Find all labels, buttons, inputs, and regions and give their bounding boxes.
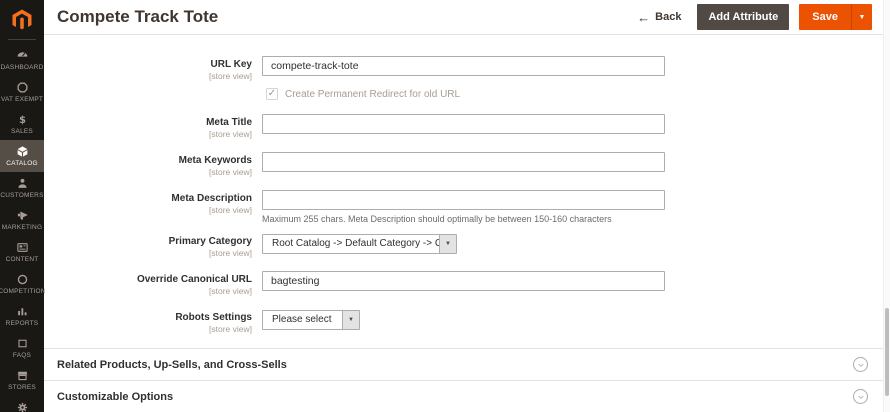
sidebar-item-content[interactable]: CONTENT xyxy=(0,236,44,268)
section-related-products[interactable]: Related Products, Up-Sells, and Cross-Se… xyxy=(44,348,890,380)
sidebar: DASHBOARD VAT EXEMPT $ SALES CATALOG CUS… xyxy=(0,0,44,412)
save-dropdown-toggle[interactable]: ▼ xyxy=(851,4,872,30)
meta-title-scope: [store view] xyxy=(44,129,252,140)
primary-category-row: Primary Category [store view] Root Catal… xyxy=(44,233,890,259)
override-canonical-url-scope: [store view] xyxy=(44,286,252,297)
magento-logo[interactable] xyxy=(0,0,44,40)
sidebar-item-label: FAQS xyxy=(13,352,31,359)
sidebar-item-dashboard[interactable]: DASHBOARD xyxy=(0,44,44,76)
meta-keywords-scope: [store view] xyxy=(44,167,252,178)
back-arrow-icon: ← xyxy=(637,11,650,24)
save-split-button: Save ▼ xyxy=(799,4,872,30)
primary-category-scope: [store view] xyxy=(44,248,252,259)
meta-description-note: Maximum 255 chars. Meta Description shou… xyxy=(262,214,890,224)
sidebar-item-competition[interactable]: COMPETITION xyxy=(0,268,44,300)
page-header: Compete Track Tote ← Back Add Attribute … xyxy=(44,0,890,35)
sidebar-item-label: CATALOG xyxy=(6,160,38,167)
url-key-input[interactable] xyxy=(262,56,665,76)
meta-keywords-input[interactable] xyxy=(262,152,665,172)
magento-logo-icon xyxy=(10,8,34,32)
meta-description-scope: [store view] xyxy=(44,205,252,216)
robots-settings-select[interactable]: Please select ▼ xyxy=(262,310,360,330)
add-attribute-button[interactable]: Add Attribute xyxy=(697,4,789,30)
sidebar-item-label: COMPETITION xyxy=(0,288,46,295)
reports-icon xyxy=(16,305,29,318)
faqs-icon xyxy=(16,337,29,350)
primary-category-value: Root Catalog -> Default Category -> Gear… xyxy=(263,235,439,253)
select-arrow-icon: ▼ xyxy=(342,311,359,329)
sidebar-item-vat-exempt[interactable]: VAT EXEMPT xyxy=(0,76,44,108)
save-button[interactable]: Save xyxy=(799,4,851,30)
customers-icon xyxy=(16,177,29,190)
vertical-scrollbar[interactable] xyxy=(883,0,890,412)
permanent-redirect-row: ✓ Create Permanent Redirect for old URL xyxy=(266,88,890,100)
competition-icon xyxy=(16,273,29,286)
section-title: Related Products, Up-Sells, and Cross-Se… xyxy=(57,359,853,371)
product-seo-form: URL Key [store view] ✓ Create Permanent … xyxy=(44,35,890,412)
robots-settings-scope: [store view] xyxy=(44,324,252,335)
sidebar-item-label: STORES xyxy=(8,384,36,391)
sidebar-item-label: VAT EXEMPT xyxy=(1,96,43,103)
sidebar-item-system[interactable]: SYSTEM xyxy=(0,396,44,412)
section-title: Customizable Options xyxy=(57,391,853,403)
collapsible-sections: Related Products, Up-Sells, and Cross-Se… xyxy=(44,348,890,412)
back-button[interactable]: ← Back xyxy=(637,11,681,24)
chevron-down-icon: ▼ xyxy=(859,14,866,21)
primary-category-label: Primary Category xyxy=(44,236,252,248)
sidebar-item-label: REPORTS xyxy=(6,320,39,327)
override-canonical-url-row: Override Canonical URL [store view] xyxy=(44,271,890,297)
meta-title-label: Meta Title xyxy=(44,117,252,129)
url-key-label: URL Key xyxy=(44,59,252,71)
sidebar-item-label: SALES xyxy=(11,128,33,135)
checkmark-icon: ✓ xyxy=(268,88,276,99)
sidebar-item-marketing[interactable]: MARKETING xyxy=(0,204,44,236)
sidebar-item-label: CONTENT xyxy=(6,256,39,263)
meta-title-input[interactable] xyxy=(262,114,665,134)
robots-settings-label: Robots Settings xyxy=(44,312,252,324)
sidebar-item-label: MARKETING xyxy=(2,224,42,231)
marketing-icon xyxy=(16,209,29,222)
sales-icon: $ xyxy=(16,113,29,126)
dashboard-icon xyxy=(16,49,29,62)
stores-icon xyxy=(16,369,29,382)
sidebar-item-catalog[interactable]: CATALOG xyxy=(0,140,44,172)
meta-title-row: Meta Title [store view] xyxy=(44,114,890,140)
sidebar-item-stores[interactable]: STORES xyxy=(0,364,44,396)
vat-exempt-icon xyxy=(16,81,29,94)
sidebar-item-sales[interactable]: $ SALES xyxy=(0,108,44,140)
sidebar-item-customers[interactable]: CUSTOMERS xyxy=(0,172,44,204)
back-label: Back xyxy=(655,11,681,23)
primary-category-select[interactable]: Root Catalog -> Default Category -> Gear… xyxy=(262,234,457,254)
meta-keywords-row: Meta Keywords [store view] xyxy=(44,152,890,178)
sidebar-item-label: DASHBOARD xyxy=(1,64,44,71)
robots-settings-value: Please select xyxy=(263,311,342,329)
url-key-row: URL Key [store view] xyxy=(44,56,890,82)
collapse-chevron-icon xyxy=(853,357,868,372)
content-icon xyxy=(16,241,29,254)
meta-description-label: Meta Description xyxy=(44,193,252,205)
meta-description-row: Meta Description [store view] Maximum 25… xyxy=(44,190,890,224)
meta-keywords-label: Meta Keywords xyxy=(44,155,252,167)
sidebar-item-faqs[interactable]: FAQS xyxy=(0,332,44,364)
catalog-icon xyxy=(16,145,29,158)
robots-settings-row: Robots Settings [store view] Please sele… xyxy=(44,309,890,335)
sidebar-item-reports[interactable]: REPORTS xyxy=(0,300,44,332)
system-icon xyxy=(16,401,29,412)
permanent-redirect-checkbox[interactable]: ✓ xyxy=(266,88,278,100)
page-title: Compete Track Tote xyxy=(57,7,637,27)
meta-description-input[interactable] xyxy=(262,190,665,210)
sidebar-item-label: CUSTOMERS xyxy=(0,192,43,199)
sidebar-menu: DASHBOARD VAT EXEMPT $ SALES CATALOG CUS… xyxy=(0,44,44,412)
permanent-redirect-label: Create Permanent Redirect for old URL xyxy=(285,89,460,100)
section-customizable-options[interactable]: Customizable Options xyxy=(44,380,890,412)
collapse-chevron-icon xyxy=(853,389,868,404)
svg-text:$: $ xyxy=(19,115,26,126)
select-arrow-icon: ▼ xyxy=(439,235,456,253)
override-canonical-url-input[interactable] xyxy=(262,271,665,291)
scrollbar-thumb[interactable] xyxy=(885,308,889,396)
override-canonical-url-label: Override Canonical URL xyxy=(44,274,252,286)
url-key-scope: [store view] xyxy=(44,71,252,82)
